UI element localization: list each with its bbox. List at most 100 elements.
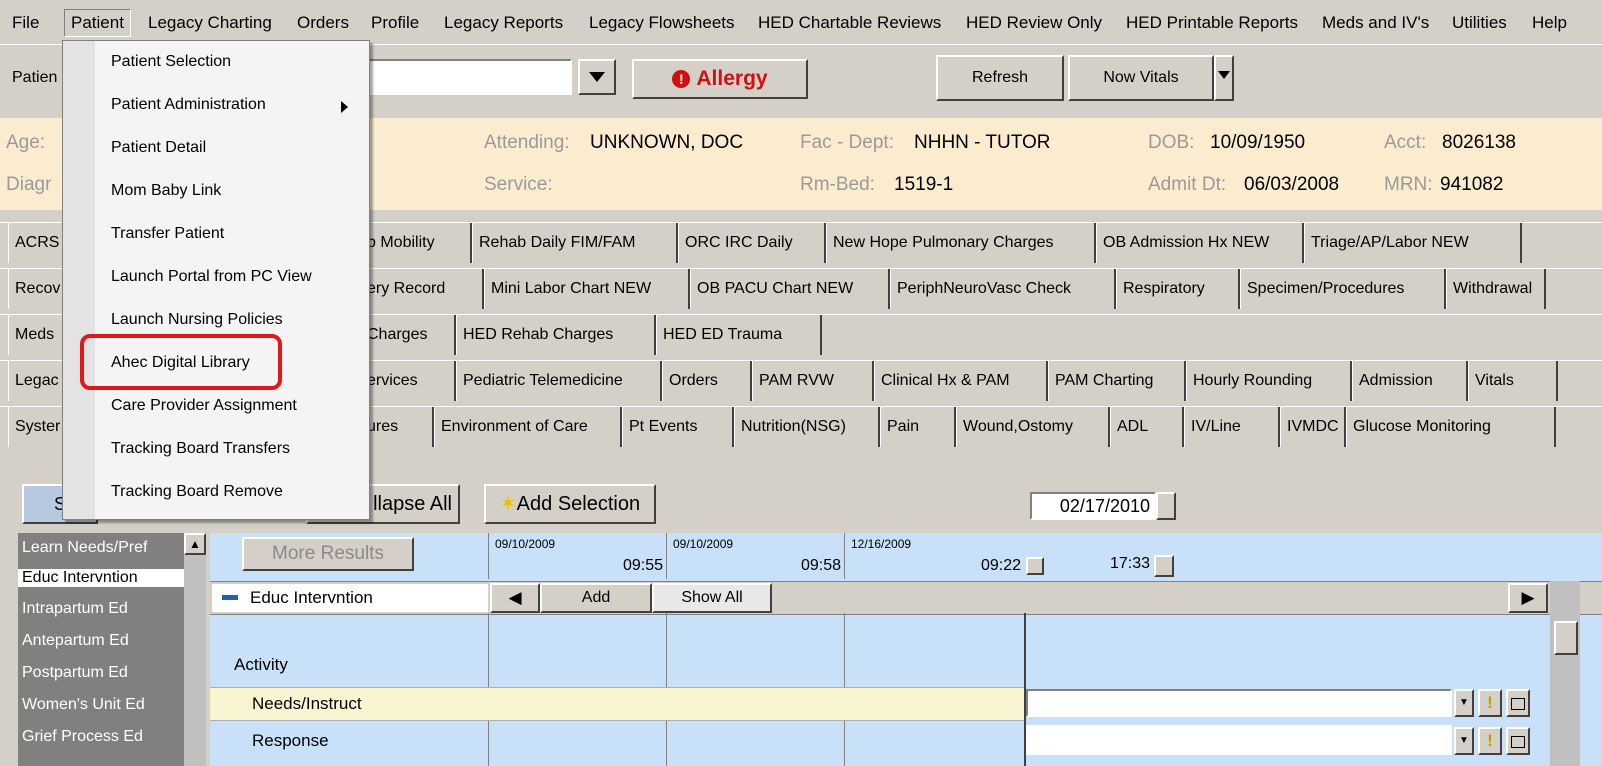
list-item[interactable]: Antepartum Ed — [22, 632, 129, 650]
tab-respiratory[interactable]: Respiratory — [1116, 269, 1240, 309]
tab-orders[interactable]: Orders — [662, 361, 752, 401]
menu-item-mom-baby-link[interactable]: Mom Baby Link — [111, 182, 221, 200]
list-item[interactable]: Intrapartum Ed — [22, 600, 128, 618]
time-field[interactable]: 17:33 — [1098, 555, 1154, 577]
tab-ob-admission-hx-new[interactable]: OB Admission Hx NEW — [1096, 223, 1304, 263]
tab-ob-pacu-chart-new[interactable]: OB PACU Chart NEW — [690, 269, 890, 309]
tab-wound-ostomy[interactable]: Wound,Ostomy — [956, 407, 1110, 447]
list-item[interactable]: Women's Unit Ed — [22, 696, 145, 714]
menu-meds-and-ivs[interactable]: Meds and IV's — [1316, 10, 1435, 36]
menu-hed-chartable-reviews[interactable]: HED Chartable Reviews — [752, 10, 947, 36]
menu-legacy-reports[interactable]: Legacy Reports — [438, 10, 569, 36]
tab-iv-line[interactable]: IV/Line — [1184, 407, 1280, 447]
tab-admission[interactable]: Admission — [1352, 361, 1468, 401]
tab-pam-rvw[interactable]: PAM RVW — [752, 361, 874, 401]
patient-combo-dropdown-button[interactable] — [578, 59, 616, 95]
list-item-selected[interactable]: Educ Intervntion — [18, 569, 186, 587]
add-button[interactable]: Add — [540, 583, 652, 613]
tab-glucose-monitoring[interactable]: Glucose Monitoring — [1346, 407, 1556, 447]
menu-item-care-provider-assignment[interactable]: Care Provider Assignment — [111, 397, 297, 415]
needs-input[interactable] — [1026, 689, 1452, 717]
tab-nutrition-nsg[interactable]: Nutrition(NSG) — [734, 407, 880, 447]
mrn-label: MRN: — [1384, 174, 1433, 195]
needs-label: Needs/Instruct — [252, 694, 362, 713]
tab-rehab-daily-fim-fam[interactable]: Rehab Daily FIM/FAM — [472, 223, 678, 263]
menu-profile[interactable]: Profile — [365, 10, 425, 36]
tab-hed-ed-trauma[interactable]: HED ED Trauma — [656, 315, 822, 355]
show-all-button[interactable]: Show All — [652, 583, 772, 613]
menu-item-launch-portal[interactable]: Launch Portal from PC View — [111, 268, 312, 286]
tab-hourly-rounding[interactable]: Hourly Rounding — [1186, 361, 1352, 401]
tab-pediatric-telemedicine[interactable]: Pediatric Telemedicine — [456, 361, 662, 401]
now-vitals-dropdown-button[interactable] — [1214, 55, 1234, 101]
menu-item-tracking-board-remove[interactable]: Tracking Board Remove — [111, 483, 283, 501]
menu-file[interactable]: File — [6, 10, 45, 36]
list-scrollbar[interactable] — [184, 533, 206, 766]
needs-alert-button[interactable]: ! — [1478, 689, 1502, 717]
tab-mini-labor-chart-new[interactable]: Mini Labor Chart NEW — [484, 269, 690, 309]
needs-note-button[interactable] — [1506, 689, 1530, 717]
menu-legacy-flowsheets[interactable]: Legacy Flowsheets — [583, 10, 741, 36]
response-note-button[interactable] — [1506, 727, 1530, 755]
refresh-button[interactable]: Refresh — [936, 55, 1064, 101]
allergy-button[interactable]: ! Allergy — [632, 59, 808, 99]
more-results-button[interactable]: More Results — [242, 537, 414, 571]
patient-label: Patien — [12, 69, 58, 86]
add-selection-button[interactable]: ✶Add Selection — [484, 484, 656, 524]
needs-dropdown-button[interactable]: ▼ — [1454, 689, 1474, 717]
tab-triage-ap-labor-new[interactable]: Triage/AP/Labor NEW — [1304, 223, 1522, 263]
grid-scroll-thumb[interactable] — [1554, 621, 1578, 655]
menu-patient[interactable]: Patient — [64, 9, 131, 37]
column-time: 09:58 — [800, 557, 841, 574]
menu-legacy-charting[interactable]: Legacy Charting — [142, 10, 278, 36]
response-input[interactable] — [1026, 725, 1452, 755]
tab-rehab-mobility[interactable]: b Mobility — [360, 223, 472, 263]
menu-item-transfer-patient[interactable]: Transfer Patient — [111, 225, 224, 243]
time-spinner[interactable] — [1026, 557, 1044, 575]
patient-combo[interactable] — [368, 59, 572, 95]
tab-withdrawal[interactable]: Withdrawal — [1446, 269, 1546, 309]
date-spinner[interactable] — [1156, 492, 1176, 520]
response-dropdown-button[interactable]: ▼ — [1454, 727, 1474, 755]
menu-utilities[interactable]: Utilities — [1446, 10, 1513, 36]
menu-item-launch-nursing-policies[interactable]: Launch Nursing Policies — [111, 311, 283, 329]
menu-hed-printable-reports[interactable]: HED Printable Reports — [1120, 10, 1304, 36]
date-field[interactable]: 02/17/2010 — [1030, 492, 1156, 520]
tab-environment-of-care[interactable]: Environment of Care — [434, 407, 622, 447]
response-alert-button[interactable]: ! — [1478, 727, 1502, 755]
tab-clinical-hx-pam[interactable]: Clinical Hx & PAM — [874, 361, 1048, 401]
tab-charges[interactable]: Charges — [360, 315, 456, 355]
tab-periph-neuro-vasc-check[interactable]: PeriphNeuroVasc Check — [890, 269, 1116, 309]
tab-hed-rehab-charges[interactable]: HED Rehab Charges — [456, 315, 656, 355]
tab-specimen-procedures[interactable]: Specimen/Procedures — [1240, 269, 1446, 309]
prev-column-button[interactable]: ◀ — [490, 583, 540, 613]
menu-item-patient-detail[interactable]: Patient Detail — [111, 139, 206, 157]
tab-delivery-record[interactable]: ery Record — [360, 269, 484, 309]
menu-orders[interactable]: Orders — [291, 10, 355, 36]
tab-procedures[interactable]: ures — [360, 407, 434, 447]
menu-item-patient-selection[interactable]: Patient Selection — [111, 53, 231, 71]
tab-vitals[interactable]: Vitals — [1468, 361, 1558, 401]
grid-vertical-scrollbar[interactable] — [1550, 581, 1580, 766]
menu-item-tracking-board-transfers[interactable]: Tracking Board Transfers — [111, 440, 290, 458]
tab-pain[interactable]: Pain — [880, 407, 956, 447]
tab-services[interactable]: ervices — [360, 361, 456, 401]
menu-help[interactable]: Help — [1526, 10, 1573, 36]
tab-ivmdc[interactable]: IVMDC — [1280, 407, 1346, 447]
time-field-spinner[interactable] — [1154, 555, 1174, 577]
menu-hed-review-only[interactable]: HED Review Only — [960, 10, 1108, 36]
menu-item-patient-administration[interactable]: Patient Administration — [111, 96, 266, 114]
minus-icon[interactable] — [222, 595, 238, 600]
list-item[interactable]: Postpartum Ed — [22, 664, 128, 682]
next-column-button[interactable]: ▶ — [1508, 583, 1548, 613]
now-vitals-button[interactable]: Now Vitals — [1068, 55, 1214, 101]
tab-adl[interactable]: ADL — [1110, 407, 1184, 447]
tab-pt-events[interactable]: Pt Events — [622, 407, 734, 447]
scroll-up-button[interactable]: ▲ — [184, 533, 206, 555]
tab-orc-irc-daily[interactable]: ORC IRC Daily — [678, 223, 826, 263]
menu-bar: File Patient Legacy Charting Orders Prof… — [0, 0, 1602, 45]
tab-pam-charting[interactable]: PAM Charting — [1048, 361, 1186, 401]
list-item[interactable]: Learn Needs/Pref — [22, 539, 147, 557]
list-item[interactable]: Grief Process Ed — [22, 728, 143, 746]
tab-new-hope-pulmonary-charges[interactable]: New Hope Pulmonary Charges — [826, 223, 1096, 263]
